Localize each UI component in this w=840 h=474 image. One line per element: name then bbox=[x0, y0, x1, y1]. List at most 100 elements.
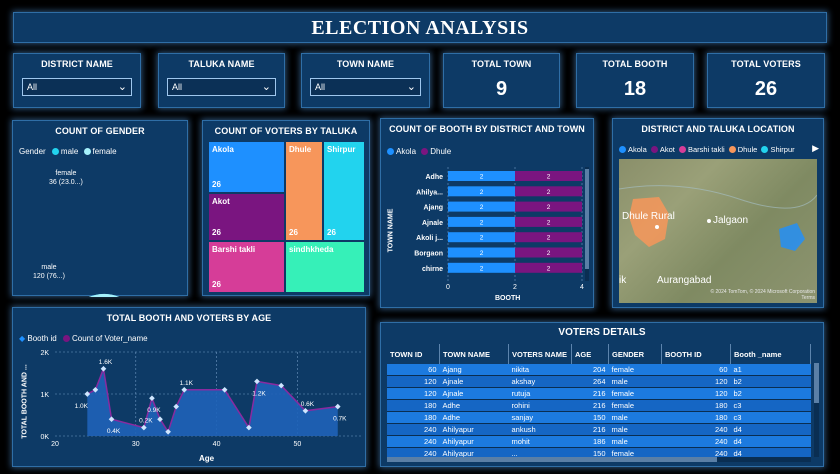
treemap-cell-dhule[interactable]: Dhule 26 bbox=[285, 141, 323, 241]
table-cell: nikita bbox=[508, 364, 572, 376]
female-label: female bbox=[55, 170, 77, 177]
page-title: ELECTION ANALYSIS bbox=[311, 17, 529, 39]
age-data-label: 0.4K bbox=[107, 428, 121, 435]
col-town-id[interactable]: TOWN ID bbox=[387, 344, 440, 364]
age-y-tick: 0K bbox=[40, 434, 49, 441]
age-y-tick: 2K bbox=[40, 350, 49, 357]
dhule-region[interactable] bbox=[629, 197, 669, 247]
age-y-tick: 1K bbox=[40, 392, 49, 399]
table-cell: rohini bbox=[508, 399, 572, 412]
table-cell: 60 bbox=[387, 364, 440, 376]
header-row: TOWN ID TOWN NAME VOTERS NAME AGE GENDER… bbox=[387, 344, 811, 364]
booth-bar-label: 2 bbox=[480, 265, 484, 272]
table-cell: a1 bbox=[730, 364, 811, 376]
total-town-card: TOTAL TOWN 9 bbox=[443, 53, 560, 108]
district-dropdown[interactable]: All ⌄ bbox=[22, 78, 132, 96]
map-place-jalgaon: Jalgaon bbox=[713, 215, 749, 226]
shirpur-region[interactable] bbox=[779, 223, 805, 251]
booth-id-point[interactable] bbox=[149, 395, 155, 402]
map-legend-label[interactable]: Dhule bbox=[738, 145, 758, 154]
town-filter-label: TOWN NAME bbox=[336, 59, 395, 69]
age-x-axis-label: Age bbox=[199, 454, 215, 463]
table-scroll-thumb[interactable] bbox=[814, 363, 819, 403]
table-row[interactable]: 180 Adhe sanjay 150 male 180 c3 bbox=[387, 411, 811, 424]
town-dropdown[interactable]: All ⌄ bbox=[310, 78, 421, 96]
table-cell: Adhe bbox=[439, 399, 509, 412]
col-age[interactable]: AGE bbox=[571, 344, 609, 364]
table-row[interactable]: 120 Ajnale akshay 264 male 120 b2 bbox=[387, 375, 811, 388]
treemap-cell-label: Dhule bbox=[289, 145, 312, 154]
jalgaon-marker[interactable] bbox=[707, 219, 711, 223]
table-row[interactable]: 180 Adhe rohini 216 female 180 c3 bbox=[387, 399, 811, 412]
map-legend-label[interactable]: Akot bbox=[660, 145, 675, 154]
map-legend-dot bbox=[761, 146, 769, 153]
map-title: DISTRICT AND TALUKA LOCATION bbox=[641, 124, 795, 134]
legend-next-icon[interactable]: ▶ bbox=[812, 143, 819, 154]
booth-y-axis-label: TOWN NAME bbox=[387, 208, 395, 253]
table-cell: female bbox=[608, 364, 662, 376]
table-hscroll-thumb[interactable] bbox=[387, 457, 717, 462]
table-cell: sanjay bbox=[508, 411, 572, 424]
booth-bar-label: 2 bbox=[547, 235, 551, 242]
voters-by-taluka-panel: COUNT OF VOTERS BY TALUKA Akola 26 Dhule… bbox=[202, 120, 370, 296]
age-x-tick: 50 bbox=[293, 441, 301, 448]
table-cell: male bbox=[608, 423, 662, 436]
district-filter-label: DISTRICT NAME bbox=[41, 59, 113, 69]
female-slice[interactable] bbox=[62, 291, 146, 297]
map-legend-label[interactable]: Shirpur bbox=[770, 145, 794, 154]
voters-table-panel: VOTERS DETAILS TOWN ID TOWN NAME VOTERS … bbox=[380, 322, 824, 467]
col-booth-id[interactable]: BOOTH ID bbox=[661, 344, 731, 364]
treemap-cell-sindhkheda[interactable]: sindhkheda bbox=[285, 241, 365, 293]
treemap-cell-akot[interactable]: Akot 26 bbox=[208, 193, 285, 241]
table-row[interactable]: 240 Ahilyapur mohit 186 male 240 d4 bbox=[387, 435, 811, 448]
col-voters-name[interactable]: VOTERS NAME bbox=[508, 344, 572, 364]
map-view[interactable]: Dhule Rural Jalgaon Aurangabad ik © 2024… bbox=[619, 159, 817, 303]
table-row[interactable]: 60 Ajang nikita 204 female 60 a1 bbox=[387, 364, 811, 376]
col-town-name[interactable]: TOWN NAME bbox=[439, 344, 509, 364]
male-data-label: male 120 (76...) bbox=[33, 263, 65, 281]
map-legend-label[interactable]: Akola bbox=[628, 145, 647, 154]
dhule-marker[interactable] bbox=[655, 225, 659, 229]
voters-table: TOWN ID TOWN NAME VOTERS NAME AGE GENDER… bbox=[387, 344, 811, 458]
table-cell: 240 bbox=[387, 423, 440, 436]
table-row[interactable]: 240 Ahilyapur ankush 216 male 240 d4 bbox=[387, 423, 811, 436]
table-cell: 120 bbox=[387, 375, 440, 388]
col-gender[interactable]: GENDER bbox=[608, 344, 662, 364]
table-cell: b2 bbox=[730, 375, 811, 388]
table-cell: male bbox=[608, 411, 662, 424]
table-cell: Ajnale bbox=[439, 375, 509, 388]
male-label: male bbox=[41, 264, 57, 271]
treemap-cell-shirpur[interactable]: Shirpur 26 bbox=[323, 141, 365, 241]
treemap-cell-barshi-takli[interactable]: Barshi takli 26 bbox=[208, 241, 285, 293]
treemap-cell-akola[interactable]: Akola 26 bbox=[208, 141, 285, 193]
booth-x-tick: 2 bbox=[513, 284, 517, 291]
female-value: 36 (23.0...) bbox=[49, 179, 83, 186]
table-vertical-scrollbar[interactable] bbox=[814, 363, 819, 457]
table-horizontal-scrollbar[interactable] bbox=[387, 457, 811, 462]
table-cell: Ajang bbox=[439, 364, 509, 376]
table-cell: 180 bbox=[387, 399, 440, 412]
age-chart-panel: TOTAL BOOTH AND VOTERS BY AGE ◆ Booth id… bbox=[12, 307, 366, 467]
table-cell: 216 bbox=[571, 399, 609, 412]
table-row[interactable]: 120 Ajnale rutuja 216 female 120 b2 bbox=[387, 387, 811, 400]
table-cell: c3 bbox=[730, 411, 811, 424]
col-booth-name[interactable]: Booth _name bbox=[730, 344, 811, 364]
table-cell: b2 bbox=[730, 387, 811, 400]
taluka-dropdown[interactable]: All ⌄ bbox=[167, 78, 276, 96]
map-place-aurangabad: Aurangabad bbox=[657, 275, 712, 286]
map-legend-label[interactable]: Barshi takli bbox=[688, 145, 725, 154]
town-filter: TOWN NAME All ⌄ bbox=[301, 53, 430, 108]
map-panel: DISTRICT AND TALUKA LOCATION Akola Akot … bbox=[612, 118, 824, 308]
booth-bar-label: 2 bbox=[480, 235, 484, 242]
booth-id-point[interactable] bbox=[100, 365, 107, 372]
treemap-cell-label: Akot bbox=[212, 197, 230, 206]
total-town-label: TOTAL TOWN bbox=[471, 59, 532, 69]
total-voters-label: TOTAL VOTERS bbox=[731, 59, 801, 69]
table-cell: akshay bbox=[508, 375, 572, 388]
table-cell: mohit bbox=[508, 435, 572, 448]
booth-bar-label: 2 bbox=[480, 219, 484, 226]
map-place-dhule: Dhule Rural bbox=[622, 211, 675, 222]
table-cell: female bbox=[608, 387, 662, 400]
booth-scroll-thumb[interactable] bbox=[585, 169, 589, 269]
voters-table-head: TOWN ID TOWN NAME VOTERS NAME AGE GENDER… bbox=[387, 344, 811, 364]
